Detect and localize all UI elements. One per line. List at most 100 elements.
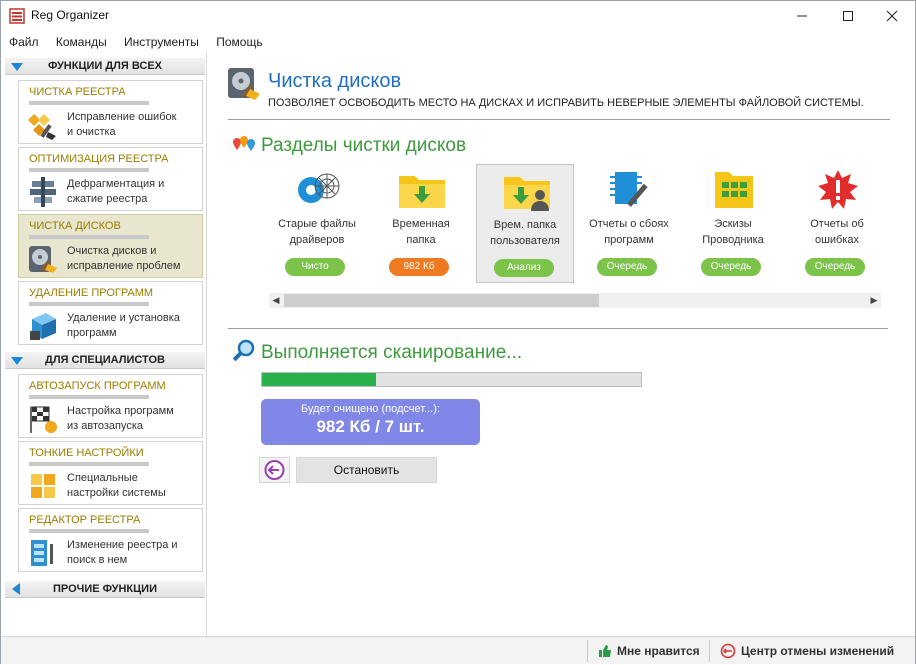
divider: [29, 395, 149, 399]
thumbs-up-icon: [599, 645, 611, 657]
sidebar-item-disk-clean[interactable]: ЧИСТКА ДИСКОВ Очистка дисков и исправлени…: [18, 214, 203, 278]
tile-thumbnails[interactable]: Эскизы Проводника Очередь: [684, 164, 782, 283]
sidebar-item-desc: Настройка программ из автозапуска: [67, 405, 174, 432]
scroll-left-icon[interactable]: ◀: [269, 294, 283, 307]
tile-label: Эскизы Проводника: [702, 218, 764, 246]
sidebar-item-title: РЕДАКТОР РЕЕСТРА: [29, 514, 141, 526]
sidebar: ФУНКЦИИ ДЛЯ ВСЕХ ЧИСТКА РЕЕСТРА Исправле…: [1, 52, 207, 636]
status-badge: Очередь: [701, 258, 761, 276]
page-title: Чистка дисков: [268, 70, 402, 92]
section-header-specialists[interactable]: ДЛЯ СПЕЦИАЛИСТОВ: [5, 351, 205, 369]
divider: [29, 235, 149, 239]
status-badge: Очередь: [597, 258, 657, 276]
sidebar-item-autorun[interactable]: АВТОЗАПУСК ПРОГРАММ Настройка программ из…: [18, 374, 203, 438]
progress-fill: [262, 373, 376, 386]
section-header-other[interactable]: ПРОЧИЕ ФУНКЦИИ: [5, 580, 205, 598]
menu-bar: Файл Команды Инструменты Помощь: [1, 32, 915, 52]
sidebar-item-tweaks[interactable]: ТОНКИЕ НАСТРОЙКИ Специальные настройки си…: [18, 441, 203, 505]
window-title: Reg Organizer: [31, 8, 110, 22]
tweaks-icon: [31, 474, 55, 498]
divider: [29, 101, 149, 105]
divider: [709, 640, 710, 662]
horizontal-scrollbar[interactable]: ◀ ▶: [269, 293, 881, 308]
divider: [29, 529, 149, 533]
close-button[interactable]: [869, 1, 915, 31]
page-subtitle: ПОЗВОЛЯЕТ ОСВОБОДИТЬ МЕСТО НА ДИСКАХ И И…: [268, 97, 864, 109]
uninstall-icon: [30, 313, 56, 340]
section-label: ДЛЯ СПЕЦИАЛИСТОВ: [45, 354, 165, 366]
registry-editor-icon: [31, 540, 53, 566]
menu-commands[interactable]: Команды: [56, 32, 107, 52]
section-header-for-all[interactable]: ФУНКЦИИ ДЛЯ ВСЕХ: [5, 57, 205, 75]
registry-clean-icon: [28, 114, 56, 140]
sidebar-item-desc: Дефрагментация и сжатие реестра: [67, 178, 165, 205]
sidebar-item-registry-clean[interactable]: ЧИСТКА РЕЕСТРА Исправление ошибок и очист…: [18, 80, 203, 144]
divider: [29, 462, 149, 466]
autorun-icon: [30, 406, 57, 433]
map-pins-icon: [233, 136, 255, 151]
maximize-button[interactable]: [825, 1, 871, 31]
tile-crash-reports[interactable]: Отчеты о сбоях программ Очередь: [580, 164, 678, 283]
sidebar-item-title: УДАЛЕНИЕ ПРОГРАММ: [29, 287, 154, 299]
close-icon: [886, 10, 898, 22]
tile-user-temp-folder[interactable]: Врем. папка пользователя Анализ: [476, 164, 574, 283]
back-arrow-icon: [264, 460, 285, 480]
disk-clean-icon: [29, 246, 57, 273]
status-badge: Чисто: [285, 258, 345, 276]
sidebar-item-desc: Исправление ошибок и очистка: [67, 111, 177, 138]
result-label: Будет очищено (подсчет...):: [301, 403, 440, 415]
tile-label: Временная папка: [392, 218, 450, 246]
sidebar-item-desc: Изменение реестра и поиск в нем: [67, 539, 178, 566]
tile-label: Отчеты о сбоях программ: [589, 218, 669, 246]
tile-label: Отчеты об ошибках: [810, 218, 864, 246]
back-button[interactable]: [259, 457, 290, 483]
sidebar-item-desc: Удаление и установка программ: [67, 312, 180, 339]
tile-error-reports[interactable]: Отчеты об ошибках Очередь: [788, 164, 886, 283]
sidebar-item-desc: Специальные настройки системы: [67, 472, 166, 499]
tile-label: Старые файлы драйверов: [278, 218, 356, 246]
thumbnails-icon: [715, 172, 753, 208]
like-button[interactable]: Мне нравится: [598, 637, 700, 665]
temp-folder-icon: [399, 176, 445, 208]
app-icon: [9, 8, 25, 24]
divider: [587, 640, 588, 662]
divider: [228, 119, 890, 120]
menu-tools[interactable]: Инструменты: [124, 32, 199, 52]
result-summary: Будет очищено (подсчет...): 982 Кб / 7 ш…: [261, 399, 480, 445]
scroll-right-icon[interactable]: ▶: [867, 294, 881, 307]
minimize-icon: [797, 15, 807, 17]
minimize-button[interactable]: [779, 1, 825, 31]
title-bar[interactable]: Reg Organizer: [1, 1, 915, 31]
divider: [228, 328, 888, 329]
menu-file[interactable]: Файл: [9, 32, 39, 52]
tile-driver-files[interactable]: Старые файлы драйверов Чисто: [268, 164, 366, 283]
sidebar-item-uninstall[interactable]: УДАЛЕНИЕ ПРОГРАММ Удаление и установка пр…: [18, 281, 203, 345]
crash-reports-icon: [610, 172, 648, 207]
section-label: ФУНКЦИИ ДЛЯ ВСЕХ: [47, 60, 163, 72]
undo-center-button[interactable]: Центр отмены изменений: [720, 637, 894, 665]
sidebar-item-title: АВТОЗАПУСК ПРОГРАММ: [29, 380, 166, 392]
main-panel: Чистка дисков ПОЗВОЛЯЕТ ОСВОБОДИТЬ МЕСТО…: [208, 52, 915, 636]
sidebar-item-desc: Очистка дисков и исправление проблем: [67, 245, 181, 272]
result-value: 982 Кб / 7 шт.: [316, 417, 425, 436]
sidebar-item-title: ЧИСТКА РЕЕСТРА: [29, 86, 126, 98]
status-badge: 982 Кб: [389, 258, 449, 276]
sidebar-item-title: ОПТИМИЗАЦИЯ РЕЕСТРА: [29, 153, 169, 165]
like-label: Мне нравится: [617, 644, 700, 658]
magnifier-icon: [232, 339, 255, 362]
divider: [29, 168, 149, 172]
tile-temp-folder[interactable]: Временная папка 982 Кб: [372, 164, 470, 283]
sidebar-item-registry-editor[interactable]: РЕДАКТОР РЕЕСТРА Изменение реестра и поис…: [18, 508, 203, 572]
scan-status-title: Выполняется сканирование...: [261, 342, 523, 363]
stop-button[interactable]: Остановить: [296, 457, 437, 483]
tile-label: Врем. папка пользователя: [490, 219, 560, 247]
disk-clean-icon: [228, 68, 260, 100]
status-bar: Мне нравится Центр отмены изменений: [1, 636, 915, 664]
menu-help[interactable]: Помощь: [216, 32, 262, 52]
sidebar-item-title: ТОНКИЕ НАСТРОЙКИ: [29, 447, 144, 459]
cleanup-tiles: Старые файлы драйверов Чисто Временная пап…: [268, 164, 888, 284]
undo-center-icon: [720, 643, 736, 659]
sidebar-item-registry-optimize[interactable]: ОПТИМИЗАЦИЯ РЕЕСТРА Дефрагментация и сжат…: [18, 147, 203, 211]
undo-center-label: Центр отмены изменений: [741, 644, 895, 658]
scroll-thumb[interactable]: [284, 294, 599, 307]
